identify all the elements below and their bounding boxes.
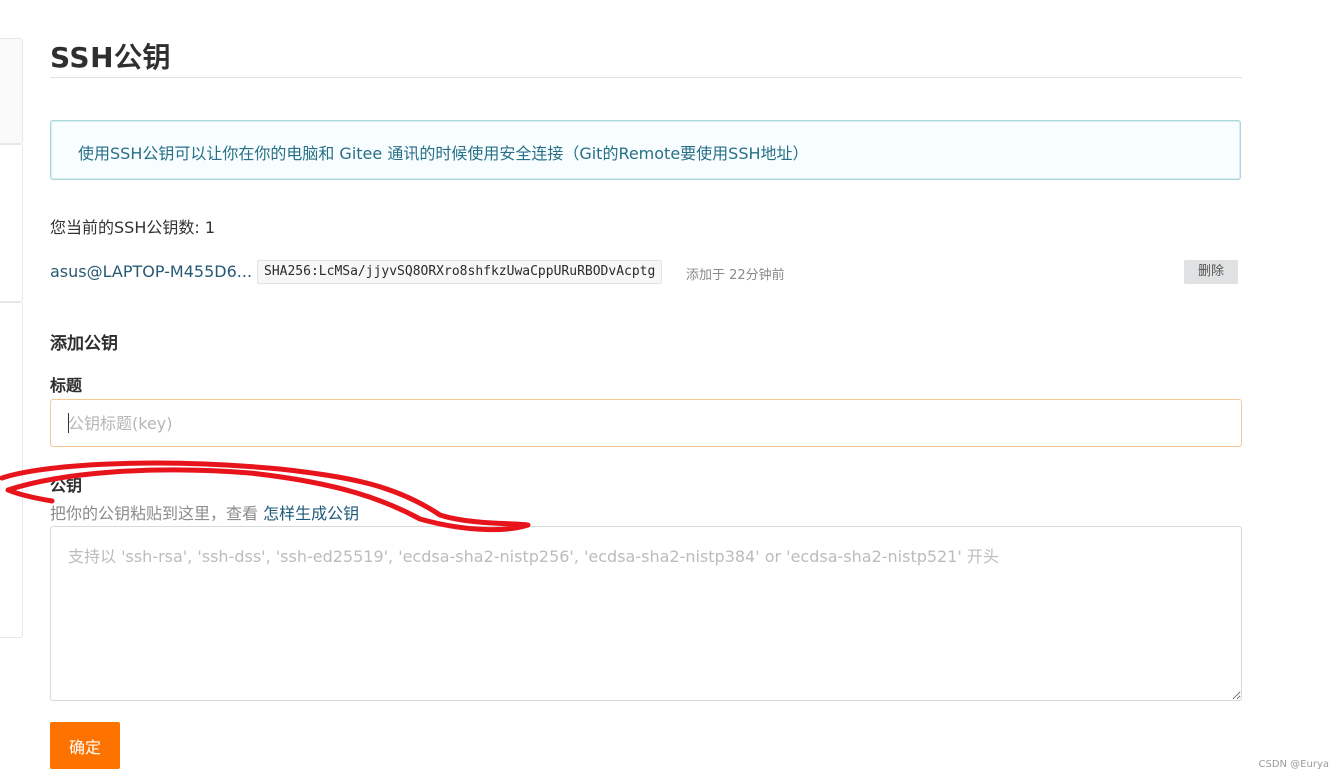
info-message-text: 使用SSH公钥可以让你在你的电脑和 Gitee 通讯的时候使用安全连接（Git的… bbox=[78, 144, 809, 163]
sidebar-card bbox=[0, 38, 23, 144]
text-caret bbox=[68, 413, 69, 433]
ssh-key-count: 您当前的SSH公钥数: 1 bbox=[50, 218, 216, 237]
sidebar-card bbox=[0, 144, 23, 302]
key-title-input[interactable] bbox=[50, 399, 1242, 447]
public-key-hint: 把你的公钥粘贴到这里，查看 怎样生成公钥 bbox=[50, 500, 359, 524]
public-key-textarea[interactable] bbox=[50, 526, 1242, 701]
add-key-heading: 添加公钥 bbox=[50, 334, 118, 354]
title-divider bbox=[50, 77, 1242, 78]
confirm-button[interactable]: 确定 bbox=[50, 722, 120, 769]
ssh-key-row: asus@LAPTOP-M455D6... SHA256:LcMSa/jjyvS… bbox=[50, 258, 1242, 286]
ssh-key-fingerprint: SHA256:LcMSa/jjyvSQ8ORXro8shfkzUwaCppURu… bbox=[257, 260, 663, 284]
page-title: SSH公钥 bbox=[50, 41, 172, 74]
ssh-key-added-time: 添加于 22分钟前 bbox=[686, 268, 785, 283]
delete-key-button[interactable]: 删除 bbox=[1184, 260, 1238, 284]
info-message: 使用SSH公钥可以让你在你的电脑和 Gitee 通讯的时候使用安全连接（Git的… bbox=[50, 120, 1241, 180]
ssh-key-name-link[interactable]: asus@LAPTOP-M455D6... bbox=[50, 262, 252, 281]
watermark: CSDN @Eurya bbox=[1258, 759, 1329, 770]
how-to-generate-key-link[interactable]: 怎样生成公钥 bbox=[263, 504, 359, 523]
public-key-label: 公钥 bbox=[50, 476, 83, 495]
sidebar-card bbox=[0, 302, 23, 638]
sidebar-edge bbox=[0, 0, 23, 778]
hint-text: 把你的公钥粘贴到这里，查看 bbox=[50, 504, 264, 523]
title-label: 标题 bbox=[50, 376, 83, 395]
